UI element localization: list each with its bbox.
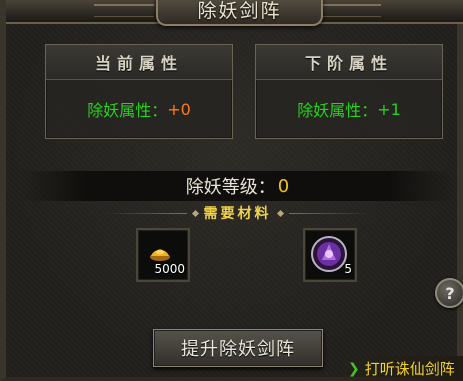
help-button[interactable]: ?: [435, 278, 463, 308]
lore-link-text[interactable]: 打听诛仙剑阵: [365, 358, 455, 379]
next-attribute-row: 除妖属性： +1: [256, 80, 442, 138]
divider: [106, 212, 187, 214]
current-attribute-label: 除妖属性：: [87, 101, 168, 120]
title-plate: 除妖剑阵: [156, 0, 323, 26]
next-attributes-header: 下阶属性: [256, 45, 442, 80]
next-attributes-panel: 下阶属性 除妖属性： +1: [255, 44, 443, 139]
next-attribute-label: 除妖属性：: [297, 101, 378, 120]
panel-frame: 除妖剑阵 当前属性 除妖属性： +0 下阶属性 除妖属性： +1 除妖等级： 0…: [0, 0, 463, 381]
title-ornament-right: [321, 4, 381, 17]
materials-title: 需要材料: [203, 206, 272, 222]
material-slot-gem[interactable]: 5: [303, 228, 357, 282]
window-title: 除妖剑阵: [197, 0, 282, 22]
level-label: 除妖等级：: [185, 177, 276, 198]
materials-heading: 需要材料: [106, 203, 369, 223]
arrow-right-icon: ❯: [348, 360, 360, 377]
level-value: 0: [277, 175, 290, 197]
title-ornament-left: [94, 4, 154, 17]
current-attributes-panel: 当前属性 除妖属性： +0: [45, 44, 233, 139]
diamond-ornament-icon: [276, 209, 284, 217]
upgrade-button[interactable]: 提升除妖剑阵: [153, 329, 323, 367]
current-attribute-row: 除妖属性： +0: [46, 80, 232, 138]
material-count: 5000: [154, 262, 185, 276]
lore-link[interactable]: ❯ 打听诛仙剑阵: [344, 356, 463, 381]
level-bar: 除妖等级： 0: [21, 171, 454, 201]
current-attribute-value: +0: [167, 99, 191, 119]
diamond-ornament-icon: [191, 209, 199, 217]
next-attribute-value: +1: [377, 99, 401, 119]
current-attributes-header: 当前属性: [46, 45, 232, 80]
material-slot-gold[interactable]: 5000: [136, 228, 190, 282]
material-count: 5: [344, 262, 352, 276]
divider: [288, 212, 369, 214]
